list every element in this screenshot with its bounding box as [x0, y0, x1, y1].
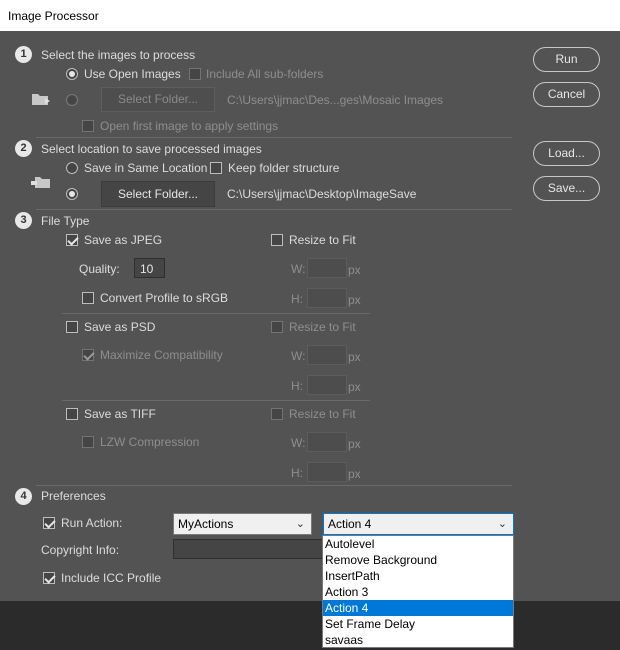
select-folder-button-2[interactable]: Select Folder...	[101, 181, 215, 207]
dropdown-option[interactable]: Action 3	[323, 584, 513, 600]
dropdown-option[interactable]: Remove Background	[323, 552, 513, 568]
open-first-image-label: Open first image to apply settings	[100, 119, 279, 133]
save-select-folder-radio[interactable]	[66, 188, 78, 200]
step-number-3: 3	[15, 212, 32, 229]
jpeg-width-unit: px	[348, 263, 361, 277]
jpeg-resize-label: Resize to Fit	[289, 233, 356, 247]
run-action-checkbox[interactable]	[43, 517, 55, 529]
run-button[interactable]: Run	[533, 47, 600, 72]
separator-psd	[62, 400, 370, 401]
run-action-label: Run Action:	[61, 516, 123, 530]
jpeg-resize-checkbox[interactable]	[271, 234, 283, 246]
psd-resize-checkbox[interactable]	[271, 321, 283, 333]
tiff-width-label: W:	[291, 436, 306, 450]
action-set-select[interactable]: MyActions ⌄	[173, 513, 312, 535]
jpeg-height-label: H:	[291, 292, 303, 306]
section3-heading: File Type	[41, 214, 90, 228]
maximize-compatibility-label: Maximize Compatibility	[100, 348, 223, 362]
chevron-down-icon: ⌄	[497, 518, 507, 530]
save-as-tiff-checkbox[interactable]	[66, 408, 78, 420]
save-as-jpeg-label: Save as JPEG	[84, 233, 163, 247]
copyright-label: Copyright Info:	[41, 543, 120, 557]
maximize-compatibility-checkbox[interactable]	[82, 349, 94, 361]
quality-input[interactable]: 10	[134, 258, 165, 278]
save-as-psd-checkbox[interactable]	[66, 321, 78, 333]
psd-resize-label: Resize to Fit	[289, 320, 356, 334]
tiff-width-input[interactable]	[307, 432, 347, 452]
dropdown-option-selected[interactable]: Action 4	[323, 600, 513, 616]
jpeg-height-input[interactable]	[307, 288, 347, 308]
psd-width-unit: px	[348, 350, 361, 364]
select-folder-button-1[interactable]: Select Folder...	[101, 87, 215, 112]
psd-height-label: H:	[291, 379, 303, 393]
tiff-width-unit: px	[348, 437, 361, 451]
use-open-images-label: Use Open Images	[84, 67, 181, 81]
save-button[interactable]: Save...	[533, 176, 600, 201]
jpeg-width-input[interactable]	[307, 258, 347, 278]
save-folder-icon	[31, 177, 50, 188]
save-same-location-label: Save in Same Location	[84, 161, 208, 175]
action-set-value: MyActions	[178, 517, 234, 531]
psd-width-input[interactable]	[307, 345, 347, 365]
include-subfolders-checkbox[interactable]	[189, 68, 201, 80]
jpeg-height-unit: px	[348, 293, 361, 307]
save-same-location-radio[interactable]	[66, 162, 78, 174]
tiff-height-unit: px	[348, 467, 361, 481]
quality-label: Quality:	[79, 262, 120, 276]
psd-width-label: W:	[291, 349, 306, 363]
save-as-psd-label: Save as PSD	[84, 320, 156, 334]
tiff-resize-label: Resize to Fit	[289, 407, 356, 421]
separator-1	[36, 137, 512, 138]
include-subfolders-label: Include All sub-folders	[206, 67, 324, 81]
chevron-down-icon: ⌄	[295, 518, 305, 530]
destination-folder-path: C:\Users\jjmac\Desktop\ImageSave	[227, 187, 417, 201]
use-open-images-radio[interactable]	[66, 68, 78, 80]
action-dropdown-list: Autolevel Remove Background InsertPath A…	[322, 535, 514, 648]
include-icc-label: Include ICC Profile	[61, 571, 162, 585]
lzw-compression-label: LZW Compression	[100, 435, 200, 449]
psd-height-unit: px	[348, 380, 361, 394]
jpeg-width-label: W:	[291, 262, 306, 276]
convert-profile-checkbox[interactable]	[82, 292, 94, 304]
dropdown-option[interactable]: Autolevel	[323, 536, 513, 552]
psd-height-input[interactable]	[307, 375, 347, 395]
convert-profile-label: Convert Profile to sRGB	[100, 291, 229, 305]
separator-jpeg	[62, 313, 370, 314]
include-icc-checkbox[interactable]	[43, 572, 55, 584]
section2-heading: Select location to save processed images	[41, 142, 262, 156]
open-first-image-checkbox[interactable]	[82, 120, 94, 132]
tiff-height-label: H:	[291, 466, 303, 480]
save-as-jpeg-checkbox[interactable]	[66, 234, 78, 246]
step-number-1: 1	[15, 46, 32, 63]
action-select[interactable]: Action 4 ⌄	[323, 513, 514, 535]
dropdown-option[interactable]: InsertPath	[323, 568, 513, 584]
step-number-2: 2	[15, 140, 32, 157]
cancel-button[interactable]: Cancel	[533, 82, 600, 107]
action-value: Action 4	[328, 517, 372, 531]
load-button[interactable]: Load...	[533, 141, 600, 166]
copyright-input[interactable]	[173, 539, 323, 559]
folder-arrow-icon	[32, 94, 50, 105]
section4-heading: Preferences	[41, 489, 106, 503]
keep-folder-structure-label: Keep folder structure	[228, 161, 340, 175]
dropdown-option[interactable]: Set Frame Delay	[323, 616, 513, 632]
window-title: Image Processor	[0, 0, 620, 31]
background-area	[0, 601, 620, 650]
keep-folder-structure-checkbox[interactable]	[210, 162, 222, 174]
lzw-compression-checkbox[interactable]	[82, 436, 94, 448]
step-number-4: 4	[15, 488, 32, 505]
section1-heading: Select the images to process	[41, 48, 196, 62]
dropdown-option[interactable]: savaas	[323, 632, 513, 648]
separator-2	[36, 209, 512, 210]
tiff-height-input[interactable]	[307, 462, 347, 482]
select-folder-radio[interactable]	[66, 94, 78, 106]
separator-3	[36, 485, 512, 486]
source-folder-path: C:\Users\jjmac\Des...ges\Mosaic Images	[227, 93, 444, 107]
save-as-tiff-label: Save as TIFF	[84, 407, 156, 421]
tiff-resize-checkbox[interactable]	[271, 408, 283, 420]
